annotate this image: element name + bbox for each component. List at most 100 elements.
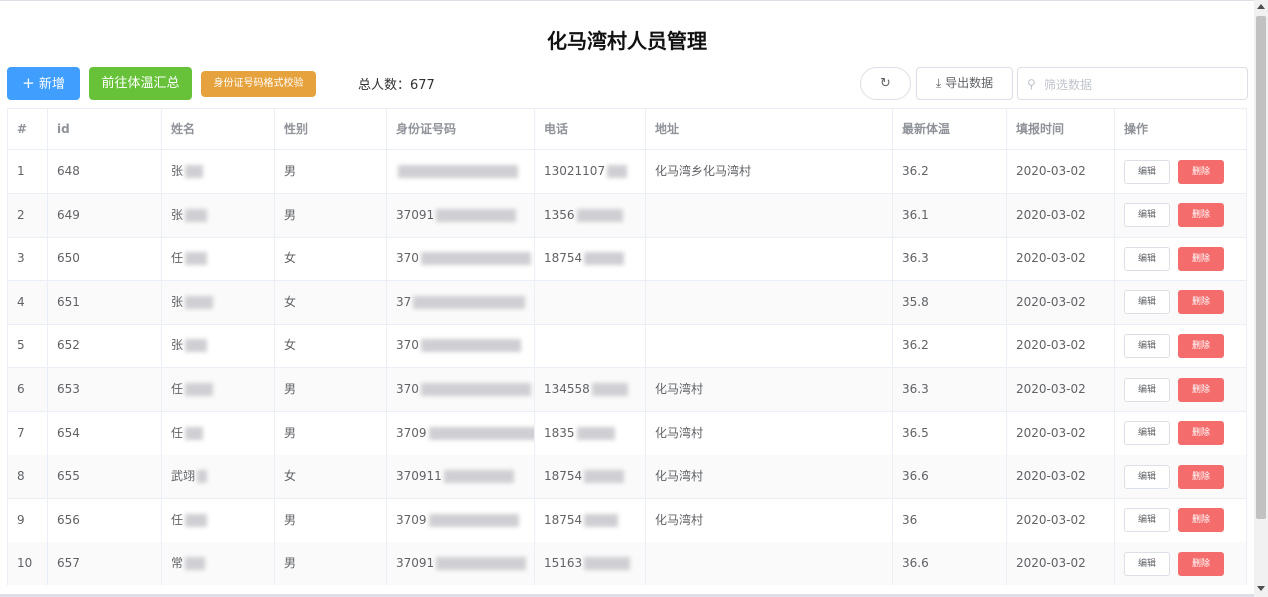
delete-button[interactable]: 删除 bbox=[1178, 508, 1224, 533]
cell-index: 5 bbox=[8, 324, 48, 368]
export-button[interactable]: ⤓ 导出数据 bbox=[916, 67, 1013, 100]
cell-phone-text: 15163 bbox=[544, 556, 583, 571]
cell-phone-text: 1356 bbox=[544, 207, 575, 222]
edit-button[interactable]: 编辑 bbox=[1124, 464, 1170, 489]
delete-button[interactable]: 删除 bbox=[1178, 203, 1224, 228]
scrollbar-thumb[interactable] bbox=[1256, 16, 1266, 519]
cell-address: 化马湾村 bbox=[646, 455, 893, 499]
delete-button[interactable]: 删除 bbox=[1178, 246, 1224, 271]
cell-report-date: 2020-03-02 bbox=[1007, 455, 1115, 499]
cell-idcard: 37091 bbox=[387, 542, 535, 585]
cell-temperature-text: 36.1 bbox=[902, 207, 929, 222]
column-header-name[interactable]: 姓名 bbox=[162, 109, 275, 149]
column-header-address[interactable]: 地址 bbox=[646, 109, 893, 149]
cell-address bbox=[646, 324, 893, 368]
cell-phone: 13021107 bbox=[535, 150, 646, 193]
cell-id: 654 bbox=[48, 411, 162, 455]
column-header-gender[interactable]: 性别 bbox=[275, 109, 387, 149]
cell-index-text: 7 bbox=[17, 425, 25, 440]
cell-id: 652 bbox=[48, 324, 162, 368]
row-actions: 编辑 删除 bbox=[1124, 455, 1246, 498]
edit-button[interactable]: 编辑 bbox=[1124, 421, 1170, 446]
table-row[interactable]: 1 648 张 男 13021107 化马湾乡化马湾村 36.2 2020-03-02 编辑 删除 bbox=[8, 150, 1246, 194]
id-format-check-button[interactable]: 身份证号码格式校验 bbox=[201, 71, 316, 97]
cell-gender: 男 bbox=[275, 368, 387, 411]
cell-report-date: 2020-03-02 bbox=[1007, 411, 1115, 455]
add-button-label: 新增 bbox=[38, 77, 65, 92]
scroll-up-arrow-icon[interactable] bbox=[1257, 4, 1265, 9]
column-header-idcard[interactable]: 身份证号码 bbox=[387, 109, 535, 149]
cell-name: 常 bbox=[162, 542, 275, 585]
cell-address bbox=[646, 193, 893, 237]
column-header-phone[interactable]: 电话 bbox=[535, 109, 646, 149]
cell-idcard: 37 bbox=[387, 280, 535, 324]
cell-temperature-text: 36.6 bbox=[902, 556, 929, 571]
cell-actions: 编辑 删除 bbox=[1115, 499, 1246, 542]
cell-gender-text: 女 bbox=[284, 469, 297, 484]
delete-button[interactable]: 删除 bbox=[1178, 421, 1224, 446]
privacy-blur-mask bbox=[185, 426, 204, 440]
add-button[interactable]: + 新增 bbox=[7, 67, 80, 100]
cell-phone: 15163 bbox=[535, 542, 646, 585]
cell-gender-text: 女 bbox=[284, 251, 297, 266]
cell-actions: 编辑 删除 bbox=[1115, 194, 1246, 237]
row-actions: 编辑 删除 bbox=[1124, 499, 1246, 542]
edit-button[interactable]: 编辑 bbox=[1124, 246, 1170, 271]
cell-id-text: 654 bbox=[57, 425, 80, 440]
cell-id-text: 653 bbox=[57, 382, 80, 396]
edit-button[interactable]: 编辑 bbox=[1124, 551, 1170, 576]
delete-button[interactable]: 删除 bbox=[1178, 159, 1224, 184]
table-row[interactable]: 5 652 张 女 370 36.2 2020-03-02 编辑 删除 bbox=[8, 324, 1246, 369]
table-row[interactable]: 4 651 张 女 37 35.8 2020-03-02 编辑 删除 bbox=[8, 280, 1246, 325]
delete-button[interactable]: 删除 bbox=[1178, 333, 1224, 358]
cell-idcard: 370911 bbox=[387, 455, 535, 499]
cell-report-date: 2020-03-02 bbox=[1007, 280, 1115, 324]
temperature-summary-button[interactable]: 前往体温汇总 bbox=[89, 67, 192, 100]
table-row[interactable]: 9 656 任 男 3709 18754 化马湾村 36 2020-03-02 编辑 删除 bbox=[8, 498, 1246, 543]
table-row[interactable]: 2 649 张 男 37091 1356 36.1 2020-03-02 编辑 删除 bbox=[8, 193, 1246, 238]
table-row[interactable]: 8 655 武翊 女 370911 18754 化马湾村 36.6 2020-03-02 编辑 删除 bbox=[8, 455, 1246, 500]
privacy-blur-mask bbox=[584, 513, 619, 527]
cell-id: 655 bbox=[48, 455, 162, 499]
edit-button[interactable]: 编辑 bbox=[1124, 377, 1170, 402]
cell-gender-text: 男 bbox=[284, 512, 297, 527]
search-box[interactable]: ⚲ bbox=[1017, 67, 1248, 100]
table-row[interactable]: 6 653 任 男 370 134558 化马湾村 36.3 2020-03-02 编辑 删除 bbox=[8, 368, 1246, 412]
edit-button[interactable]: 编辑 bbox=[1124, 203, 1170, 228]
cell-name-text: 任 bbox=[171, 512, 184, 527]
cell-id-text: 657 bbox=[57, 556, 80, 571]
table-row[interactable]: 7 654 任 男 3709 1835 化马湾村 36.5 2020-03-02 编辑 删除 bbox=[8, 411, 1246, 456]
column-header-report-date[interactable]: 填报时间 bbox=[1007, 109, 1115, 149]
edit-button[interactable]: 编辑 bbox=[1124, 290, 1170, 315]
search-input[interactable] bbox=[1042, 73, 1241, 96]
cell-address bbox=[646, 237, 893, 281]
cell-gender-text: 男 bbox=[284, 164, 297, 178]
refresh-button[interactable]: ↻ bbox=[860, 67, 911, 100]
cell-report-date: 2020-03-02 bbox=[1007, 150, 1115, 193]
cell-index: 1 bbox=[8, 150, 48, 193]
delete-button[interactable]: 删除 bbox=[1178, 551, 1224, 576]
cell-idcard-text: 3709 bbox=[396, 512, 427, 527]
scroll-down-arrow-icon[interactable] bbox=[1257, 586, 1265, 591]
edit-button[interactable]: 编辑 bbox=[1124, 333, 1170, 358]
edit-button[interactable]: 编辑 bbox=[1124, 508, 1170, 533]
table-row[interactable]: 3 650 任 女 370 18754 36.3 2020-03-02 编辑 删除 bbox=[8, 237, 1246, 282]
cell-phone-text: 18754 bbox=[544, 469, 583, 484]
cell-index: 6 bbox=[8, 368, 48, 411]
delete-button[interactable]: 删除 bbox=[1178, 290, 1224, 315]
column-header-id[interactable]: id bbox=[48, 109, 162, 149]
table-header: # id 姓名 性别 身份证号码 电话 地址 最新体温 填报时间 操作 bbox=[8, 109, 1246, 150]
table-row[interactable]: 10 657 常 男 37091 15163 36.6 2020-03-02 编辑 删除 bbox=[8, 542, 1246, 585]
privacy-blur-mask bbox=[413, 295, 526, 309]
cell-id-text: 648 bbox=[57, 164, 80, 178]
delete-button[interactable]: 删除 bbox=[1178, 377, 1224, 402]
cell-idcard-text: 370 bbox=[396, 251, 419, 266]
column-header-temperature[interactable]: 最新体温 bbox=[893, 109, 1007, 149]
cell-report-date: 2020-03-02 bbox=[1007, 324, 1115, 368]
cell-index: 8 bbox=[8, 455, 48, 499]
delete-button[interactable]: 删除 bbox=[1178, 464, 1224, 489]
column-header-index[interactable]: # bbox=[8, 109, 48, 149]
privacy-blur-mask bbox=[185, 513, 208, 527]
cell-idcard: 37091 bbox=[387, 193, 535, 237]
edit-button[interactable]: 编辑 bbox=[1124, 159, 1170, 184]
